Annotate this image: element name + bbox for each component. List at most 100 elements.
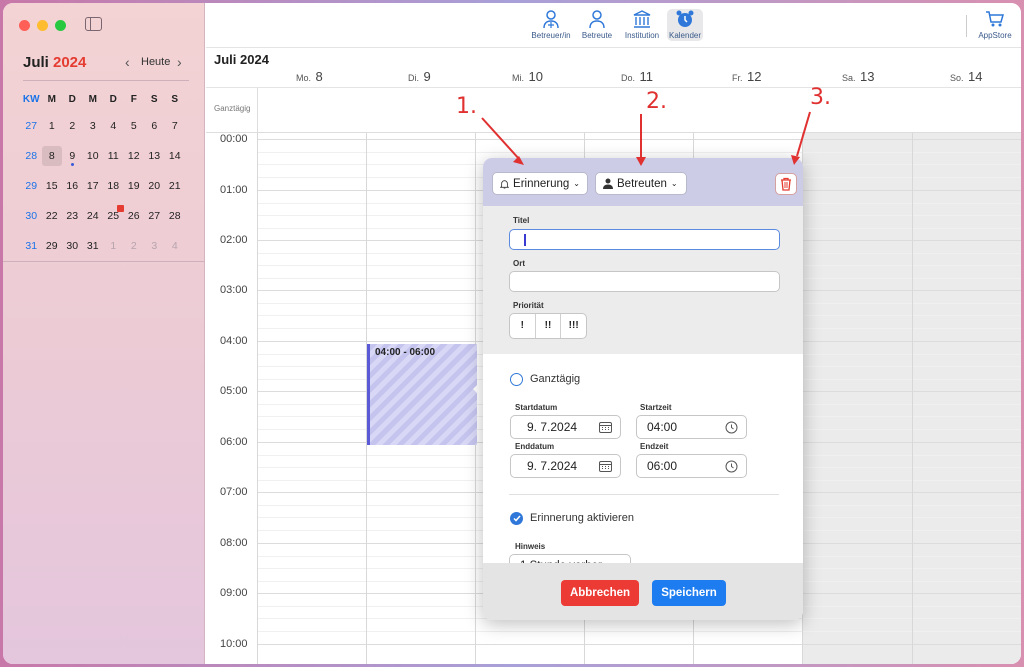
end-date-field[interactable]: 9. 7.2024 — [510, 454, 621, 478]
day-cell[interactable]: 4 — [103, 116, 124, 136]
day-cell[interactable]: 19 — [124, 176, 145, 196]
day-cell[interactable]: 6 — [144, 116, 165, 136]
mini-month: Juli — [23, 54, 49, 71]
day-cell[interactable]: 30 — [62, 236, 83, 256]
day-cell[interactable]: 29 — [42, 236, 63, 256]
hour-label: 10:00 — [220, 638, 248, 650]
day-header-di[interactable]: Di. 9 — [408, 69, 431, 84]
week-number[interactable]: 29 — [21, 176, 42, 196]
day-cell[interactable]: 17 — [83, 176, 104, 196]
day-cell[interactable]: 25 — [103, 205, 124, 226]
trash-icon — [781, 177, 791, 191]
weekday-header: D — [109, 94, 117, 105]
delete-button[interactable] — [775, 173, 797, 195]
toolbar-clients[interactable]: Betreute — [579, 9, 615, 40]
hour-label: 00:00 — [220, 133, 248, 145]
new-event-block[interactable]: 04:00 - 06:00 — [367, 344, 477, 445]
day-cell[interactable]: 18 — [103, 176, 124, 196]
day-header-so[interactable]: So. 14 — [950, 69, 983, 84]
day-header-sa[interactable]: Sa. 13 — [842, 69, 875, 84]
priority-medium[interactable]: !! — [536, 314, 562, 338]
save-button[interactable]: Speichern — [652, 580, 726, 606]
day-cell-next-month[interactable]: 2 — [124, 236, 145, 256]
caregiver-menu-button[interactable]: Betreuten ⌄ — [595, 172, 687, 195]
chevron-right-icon[interactable]: › — [177, 54, 182, 70]
sidebar: Juli 2024 ‹ Heute › KW M D M D F S S 27 … — [3, 3, 205, 664]
day-cell[interactable]: 9 — [62, 146, 83, 166]
weekday-header: M — [47, 94, 56, 105]
week-number[interactable]: 30 — [21, 206, 42, 226]
hour-label: 04:00 — [220, 335, 248, 347]
zoom-window-button[interactable] — [55, 20, 66, 31]
chevron-left-icon[interactable]: ‹ — [125, 54, 130, 70]
day-header-fr[interactable]: Fr. 12 — [732, 69, 761, 84]
day-cell[interactable]: 21 — [165, 176, 186, 196]
day-cell[interactable]: 5 — [124, 116, 145, 136]
hour-label: 08:00 — [220, 537, 248, 549]
person-icon — [579, 9, 615, 29]
day-cell[interactable]: 12 — [124, 146, 145, 166]
title-input[interactable] — [509, 229, 780, 250]
toolbar-calendar[interactable]: Kalender — [667, 9, 703, 41]
weekday-label: Mi. — [512, 73, 524, 83]
hour-line — [257, 644, 1021, 645]
day-cell[interactable]: 1 — [42, 116, 63, 136]
day-cell-next-month[interactable]: 3 — [144, 236, 165, 256]
end-time-field[interactable]: 06:00 — [636, 454, 747, 478]
sidebar-toggle-icon[interactable] — [85, 17, 102, 31]
day-cell[interactable]: 16 — [62, 176, 83, 196]
day-header-do[interactable]: Do. 11 — [621, 69, 653, 84]
day-header-mi[interactable]: Mi. 10 — [512, 69, 543, 84]
start-date-value: 9. 7.2024 — [527, 420, 578, 434]
divider — [509, 494, 779, 495]
minimize-window-button[interactable] — [37, 20, 48, 31]
day-cell[interactable]: 7 — [165, 116, 186, 136]
toolbar-institution[interactable]: Institution — [620, 9, 664, 40]
week-number[interactable]: 27 — [21, 116, 42, 136]
allday-row[interactable]: Ganztägig — [206, 88, 1021, 133]
allday-radio[interactable] — [510, 373, 523, 386]
appstore-button[interactable]: AppStore — [976, 9, 1014, 40]
day-cell[interactable]: 27 — [144, 206, 165, 226]
toolbar-caregiver[interactable]: Betreuer/in — [528, 9, 574, 40]
day-cell-next-month[interactable]: 4 — [165, 236, 186, 256]
reminder-checkbox[interactable] — [510, 512, 523, 525]
start-time-field[interactable]: 04:00 — [636, 415, 747, 439]
priority-low[interactable]: ! — [510, 314, 536, 338]
day-cell[interactable]: 10 — [83, 146, 104, 166]
day-header-mo[interactable]: Mo. 8 — [296, 69, 323, 84]
close-window-button[interactable] — [19, 20, 30, 31]
day-cell[interactable]: 20 — [144, 176, 165, 196]
day-cell[interactable]: 3 — [83, 116, 104, 136]
day-cell[interactable]: 26 — [124, 206, 145, 226]
day-cell[interactable]: 14 — [165, 146, 186, 166]
week-number[interactable]: 31 — [21, 236, 42, 256]
window-controls — [19, 20, 66, 31]
day-cell[interactable]: 24 — [83, 206, 104, 226]
week-number[interactable]: 28 — [21, 146, 42, 166]
annotation-label-2: 2. — [646, 89, 667, 114]
reminder-menu-button[interactable]: Erinnerung ⌄ — [492, 172, 588, 195]
hour-line — [257, 139, 1021, 140]
day-cell[interactable]: 15 — [42, 176, 63, 196]
day-cell-selected[interactable]: 8 — [41, 146, 62, 166]
event-editor-popover: Erinnerung ⌄ Betreuten ⌄ Titel Ort Prior… — [483, 158, 803, 620]
start-date-field[interactable]: 9. 7.2024 — [510, 415, 621, 439]
day-cell[interactable]: 2 — [62, 116, 83, 136]
priority-high[interactable]: !!! — [561, 314, 586, 338]
day-cell[interactable]: 31 — [83, 236, 104, 256]
today-button[interactable]: Heute — [141, 56, 170, 68]
toolbar-label: Betreute — [581, 31, 613, 40]
day-cell[interactable]: 28 — [165, 206, 186, 226]
place-input[interactable] — [509, 271, 780, 292]
day-cell[interactable]: 23 — [62, 206, 83, 226]
day-cell[interactable]: 13 — [144, 146, 165, 166]
cancel-button[interactable]: Abbrechen — [561, 580, 639, 606]
day-cell[interactable]: 22 — [42, 206, 63, 226]
day-cell-next-month[interactable]: 1 — [103, 236, 124, 256]
mini-calendar-header: Juli 2024 ‹ Heute › — [23, 52, 189, 74]
hour-label: 09:00 — [220, 587, 248, 599]
gift-icon — [116, 205, 124, 212]
day-cell[interactable]: 11 — [103, 146, 124, 166]
title-label: Titel — [513, 216, 530, 225]
